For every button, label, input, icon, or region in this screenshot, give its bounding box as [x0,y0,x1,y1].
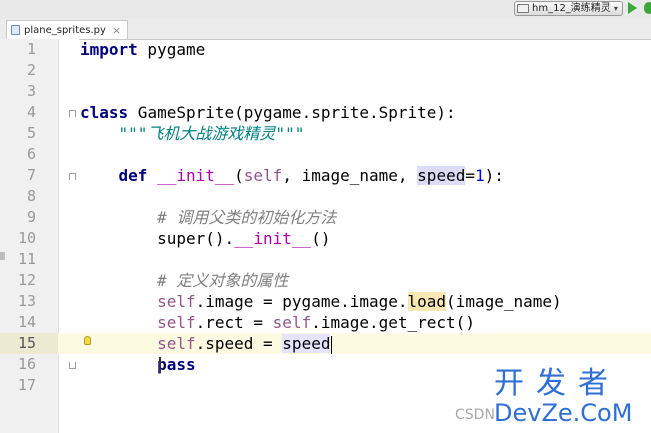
line-number: 4 [26,103,36,121]
line-number: 14 [17,313,36,331]
run-config-label: hm_12_演练精灵 [532,3,611,14]
code-line[interactable]: 10 super().__init__() [0,228,651,249]
code-line[interactable]: 11 [0,249,651,270]
code-line[interactable]: 4 class GameSprite(pygame.sprite.Sprite)… [0,102,651,123]
tab-plane-sprites[interactable]: plane_sprites.py × [6,20,129,39]
watermark-text-bottom: DevZe.CoM [494,399,633,427]
code-line[interactable]: 9 # 调用父类的初始化方法 [0,207,651,228]
code-line[interactable]: 5 """飞机大战游戏精灵""" [0,123,651,144]
line-number: 11 [17,250,36,268]
line-number: 16 [17,355,36,373]
line-number: 5 [26,124,36,142]
line-number: 13 [17,292,36,310]
code-line[interactable]: 1 import pygame [0,39,651,60]
navigation-toolbar: hm_12_演练精灵 ▾ [0,0,651,20]
debug-icon[interactable] [644,2,651,14]
line-number: 10 [17,229,36,247]
tab-filename: plane_sprites.py [24,24,106,36]
line-number: 7 [26,166,36,184]
code-line[interactable]: 8 [0,186,651,207]
code-line[interactable]: 14 self.rect = self.image.get_rect() [0,312,651,333]
watermark-text-top: 开发者 [494,366,620,401]
editor-tab-bar: plane_sprites.py × [0,19,651,40]
line-number: 8 [26,187,36,205]
code-line[interactable]: 13 self.image = pygame.image.load(image_… [0,291,651,312]
line-number: 2 [26,61,36,79]
run-config-icon [517,4,529,13]
ibeam-cursor-icon [159,357,161,373]
lightbulb-icon[interactable] [84,336,91,345]
code-line[interactable]: 12 # 定义对象的属性 [0,270,651,291]
line-number: 12 [17,271,36,289]
line-number: 15 [17,334,36,352]
line-number: 6 [26,145,36,163]
code-text: class GameSprite(pygame.sprite.Sprite): [80,103,456,122]
close-icon[interactable]: × [112,24,121,37]
chevron-down-icon: ▾ [613,4,618,13]
code-line[interactable]: 2 [0,60,651,81]
python-file-icon [11,25,20,35]
fold-icon[interactable] [69,173,76,180]
code-line[interactable]: 6 [0,144,651,165]
run-icon[interactable] [628,2,637,14]
line-number: 1 [26,40,36,58]
fold-icon[interactable] [69,110,76,117]
csdn-watermark: CSDN [455,407,495,423]
code-text: self.image = pygame.image.load(image_nam… [157,292,562,311]
line-number: 9 [26,208,36,226]
code-text: # 定义对象的属性 [80,271,289,290]
code-text: def __init__(self, image_name, speed=1): [118,166,504,185]
line-number: 17 [17,376,36,394]
code-text: import pygame [80,40,206,59]
code-text: pass [157,355,196,374]
code-text: self.rect = self.image.get_rect() [157,313,475,332]
code-text: super().__init__() [157,229,331,248]
run-configuration-select[interactable]: hm_12_演练精灵 ▾ [514,1,623,16]
code-text: # 调用父类的初始化方法 [80,208,337,227]
code-text: """飞机大战游戏精灵""" [80,124,305,143]
code-line[interactable]: 7 def __init__(self, image_name, speed=1… [0,165,651,186]
fold-end-icon[interactable] [69,362,76,369]
code-text: self.speed = speed [157,334,333,354]
code-line[interactable]: 3 [0,81,651,102]
code-line-current[interactable]: 15 self.speed = speed [0,333,651,354]
line-number: 3 [26,82,36,100]
text-caret [331,335,333,354]
